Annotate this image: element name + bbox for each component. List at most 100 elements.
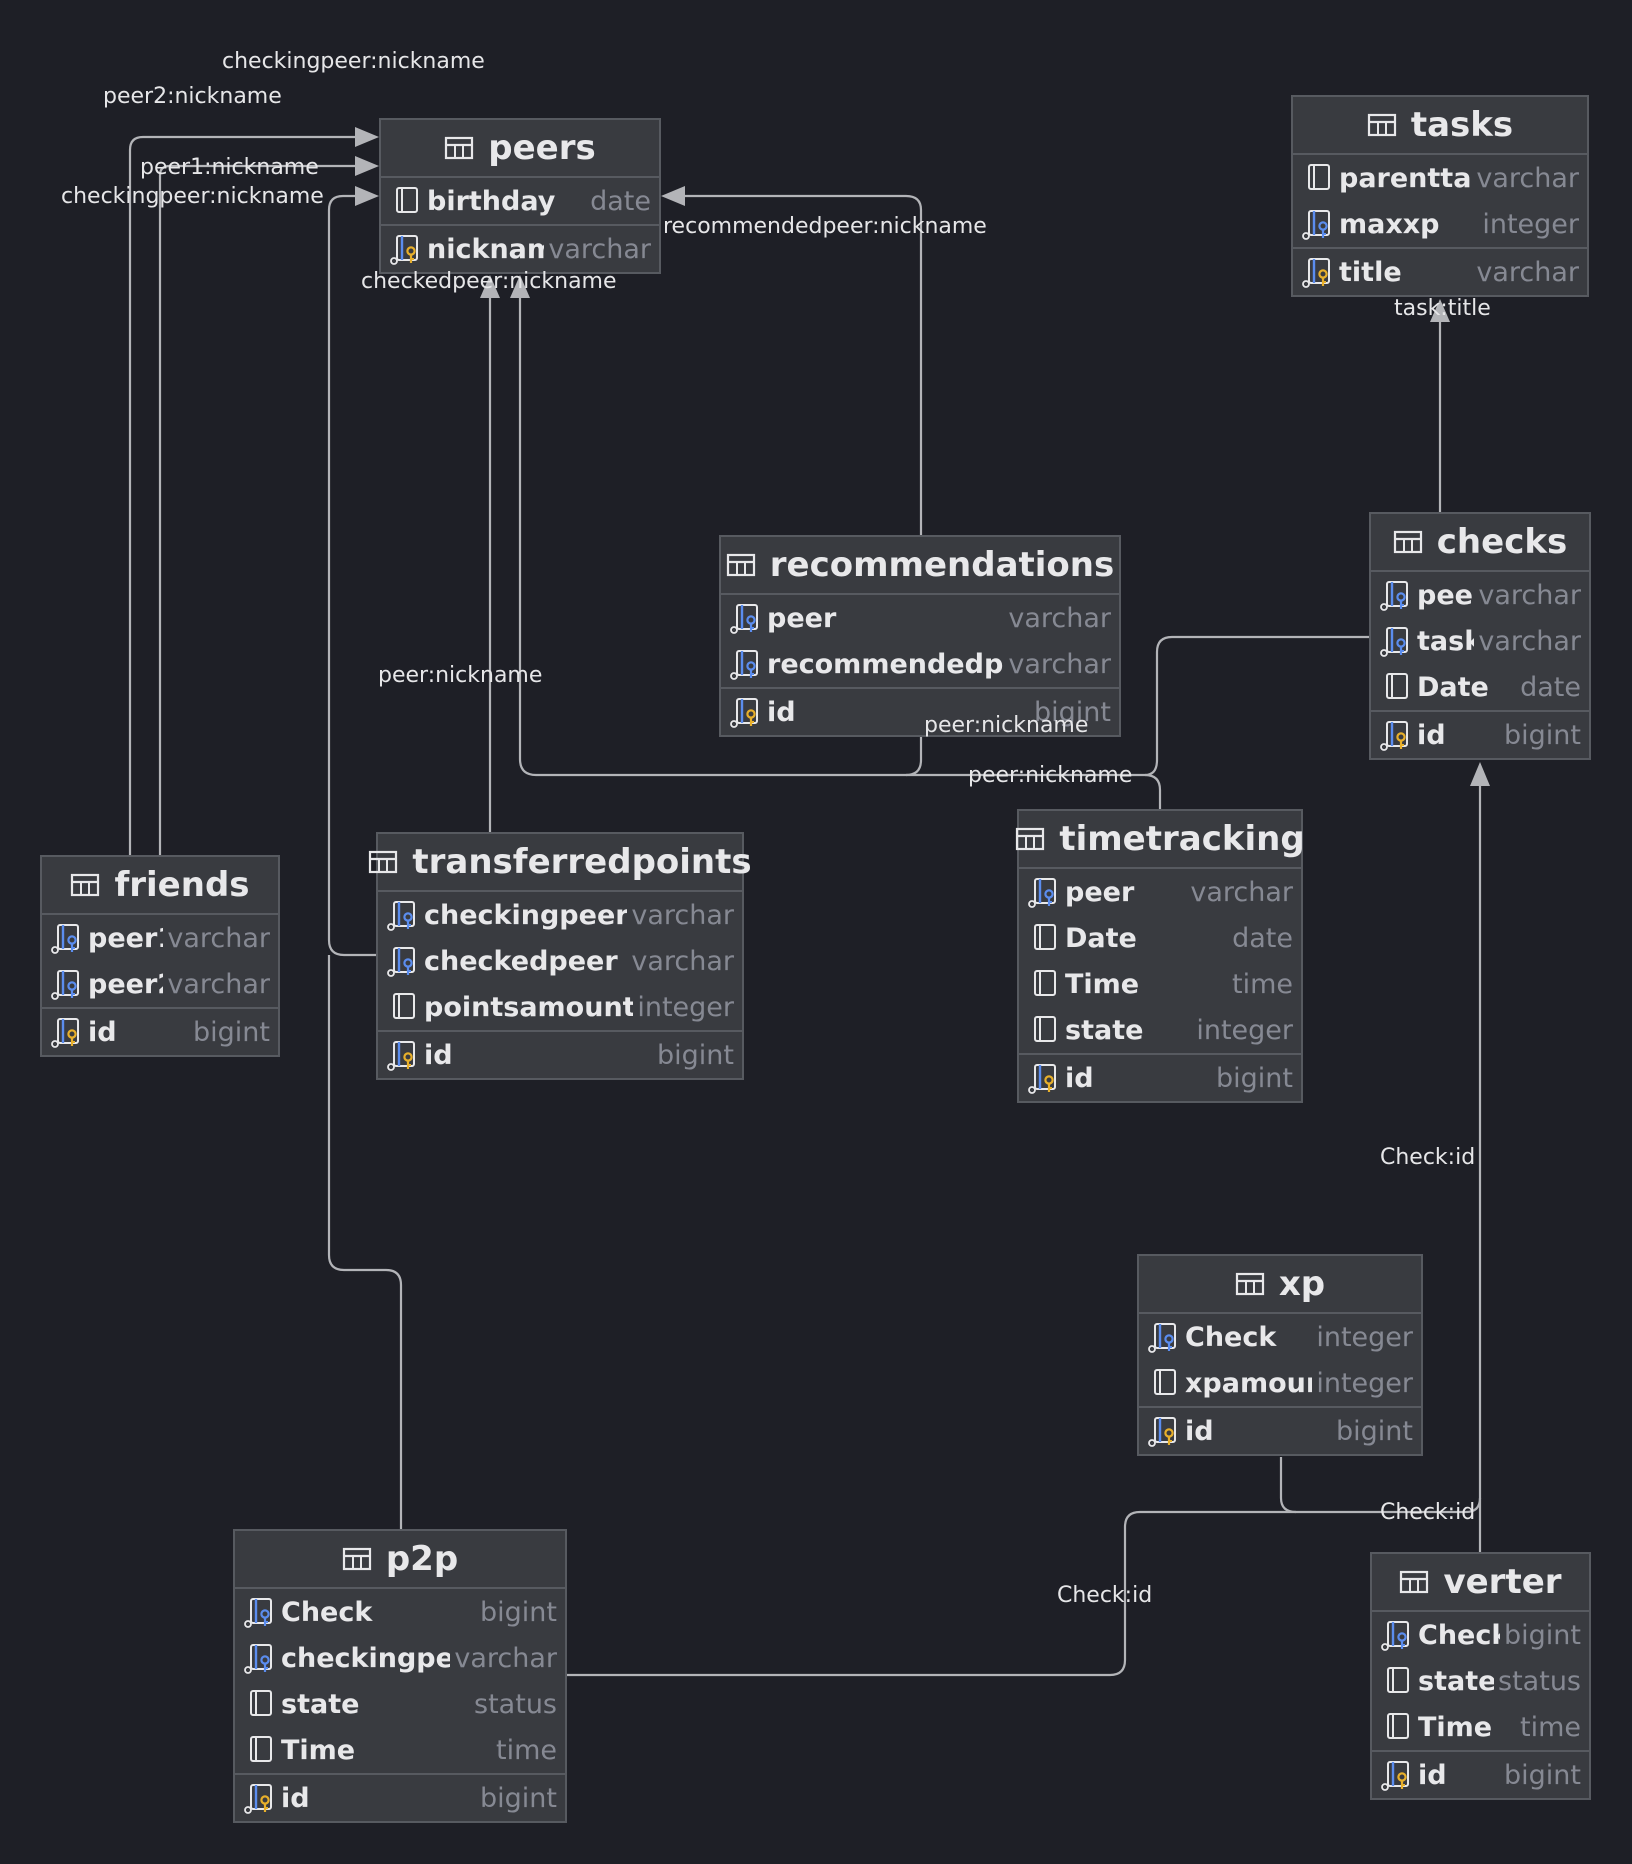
column-row[interactable]: checkingpeervarchar	[378, 892, 742, 938]
primary-key-icon	[729, 696, 761, 728]
column-row[interactable]: recommendedpeervarchar	[721, 641, 1119, 687]
column-row[interactable]: peer2varchar	[42, 961, 278, 1007]
column-icon	[386, 991, 418, 1023]
column-row[interactable]: Checkbigint	[1372, 1612, 1589, 1658]
column-row[interactable]: Time time	[235, 1727, 565, 1773]
table-header[interactable]: transferredpoints	[369, 834, 752, 892]
table-header[interactable]: timetracking	[1016, 811, 1305, 869]
column-name: state	[1418, 1665, 1495, 1697]
column-row[interactable]: Date date	[1371, 664, 1589, 710]
table-grid-icon	[1367, 112, 1397, 138]
edge-friends-peer2	[128, 135, 358, 855]
column-row[interactable]: id bigint	[1139, 1406, 1421, 1454]
table-grid-icon	[726, 552, 756, 578]
arrowhead-right	[355, 156, 379, 176]
column-icon	[389, 185, 421, 217]
column-row[interactable]: Time time	[1019, 961, 1301, 1007]
column-type: integer	[1316, 1367, 1413, 1399]
column-type: varchar	[1476, 162, 1579, 194]
table-header[interactable]: peers	[381, 120, 659, 178]
table-grid-icon	[1399, 1569, 1429, 1595]
table-grid-icon	[342, 1546, 372, 1572]
column-name: Time	[1418, 1711, 1493, 1743]
column-type: bigint	[1216, 1062, 1293, 1094]
foreign-key-icon	[386, 899, 418, 931]
table-header[interactable]: checks	[1371, 514, 1589, 572]
table-header[interactable]: tasks	[1293, 97, 1587, 155]
table-xp[interactable]: xpCheckintegerxpamountintegeridbigint	[1137, 1254, 1423, 1456]
column-type: varchar	[1478, 579, 1581, 611]
table-header[interactable]: p2p	[235, 1531, 565, 1589]
edge-label-checkedpeer: checkedpeer:nickname	[361, 269, 617, 294]
column-row[interactable]: title varchar	[1293, 247, 1587, 295]
column-row[interactable]: task varchar	[1371, 618, 1589, 664]
column-row[interactable]: Time time	[1372, 1704, 1589, 1750]
column-name: id	[88, 1016, 117, 1048]
column-row[interactable]: peervarchar	[721, 595, 1119, 641]
edge-checks-peer	[1144, 635, 1369, 777]
table-peers[interactable]: peers birthday date nicknamevarchar	[379, 118, 661, 274]
column-icon	[243, 1734, 275, 1766]
column-name: Date	[1065, 922, 1137, 954]
column-icon	[1147, 1367, 1179, 1399]
column-row[interactable]: maxxp integer	[1293, 201, 1587, 247]
table-checks[interactable]: checkspeervarchartaskvarcharDatedateidbi…	[1369, 512, 1591, 760]
column-row[interactable]: state status	[235, 1681, 565, 1727]
column-row[interactable]: peervarchar	[1019, 869, 1301, 915]
table-header[interactable]: recommendations	[721, 537, 1119, 595]
column-row[interactable]: id bigint	[378, 1030, 742, 1078]
column-row[interactable]: Checkbigint	[235, 1589, 565, 1635]
table-recommendations[interactable]: recommendations peervarcharrecommendedpee…	[719, 535, 1121, 737]
column-row[interactable]: peervarchar	[1371, 572, 1589, 618]
column-row[interactable]: checkedpeer varchar	[378, 938, 742, 984]
column-type: time	[1519, 1711, 1581, 1743]
column-row[interactable]: peer1varchar	[42, 915, 278, 961]
table-timetracking[interactable]: timetracking peer varchar Date date Time time s…	[1016, 809, 1305, 1103]
column-row[interactable]: birthday date	[381, 178, 659, 224]
column-name: checkingpeer	[424, 899, 628, 931]
table-p2p[interactable]: p2pCheckbigintcheckingpeervarcharstatest…	[233, 1529, 567, 1823]
column-row[interactable]: pointsamount integer	[378, 984, 742, 1030]
edge-rec-recommendedpeer	[682, 194, 923, 535]
table-tasks[interactable]: tasks parenttaskvarcharmaxxpintegertitlev…	[1291, 95, 1589, 297]
column-row[interactable]: id bigint	[235, 1773, 565, 1821]
column-row[interactable]: Check integer	[1139, 1314, 1421, 1360]
foreign-key-icon	[243, 1642, 275, 1674]
column-row[interactable]: state integer	[1019, 1007, 1301, 1053]
foreign-key-icon	[386, 945, 418, 977]
table-friends[interactable]: friendspeer1varcharpeer2varcharidbigint	[40, 855, 280, 1057]
edge-label-checkingpeer-top: checkingpeer:nickname	[222, 49, 485, 74]
arrowhead-left	[661, 186, 685, 206]
arrowhead-right	[355, 127, 379, 147]
column-row[interactable]: id bigint	[1372, 1750, 1589, 1798]
column-row[interactable]: checkingpeervarchar	[235, 1635, 565, 1681]
column-row[interactable]: id bigint	[42, 1007, 278, 1055]
arrowhead-right	[355, 186, 379, 206]
column-row[interactable]: id bigint	[1371, 710, 1589, 758]
column-row[interactable]: state status	[1372, 1658, 1589, 1704]
table-header[interactable]: friends	[42, 857, 278, 915]
column-row[interactable]: Date date	[1019, 915, 1301, 961]
table-name: recommendations	[769, 545, 1115, 585]
primary-key-icon	[50, 1016, 82, 1048]
column-type: date	[1232, 922, 1293, 954]
column-row[interactable]: xpamountinteger	[1139, 1360, 1421, 1406]
column-type: bigint	[1504, 1759, 1581, 1791]
table-grid-icon	[1393, 529, 1423, 555]
column-type: bigint	[1336, 1415, 1413, 1447]
table-header[interactable]: xp	[1139, 1256, 1421, 1314]
column-name: Check	[1185, 1321, 1277, 1353]
table-verter[interactable]: verterCheckbigintstatestatus Time time idbi…	[1370, 1552, 1591, 1800]
edge-label-rec-peer: peer:nickname	[924, 713, 1089, 738]
column-row[interactable]: nicknamevarchar	[381, 224, 659, 272]
column-name: xpamount	[1185, 1367, 1312, 1399]
column-type: varchar	[167, 968, 270, 1000]
column-type: varchar	[454, 1642, 557, 1674]
column-type: time	[495, 1734, 557, 1766]
table-transferredpoints[interactable]: transferredpoints checkingpeer varchar chec…	[369, 832, 752, 1080]
edge-label-recommendedpeer: recommendedpeer:nickname	[663, 214, 987, 239]
column-row[interactable]: id bigint	[1019, 1053, 1301, 1101]
column-row[interactable]: parenttaskvarchar	[1293, 155, 1587, 201]
table-name: tasks	[1410, 105, 1514, 145]
table-header[interactable]: verter	[1372, 1554, 1589, 1612]
